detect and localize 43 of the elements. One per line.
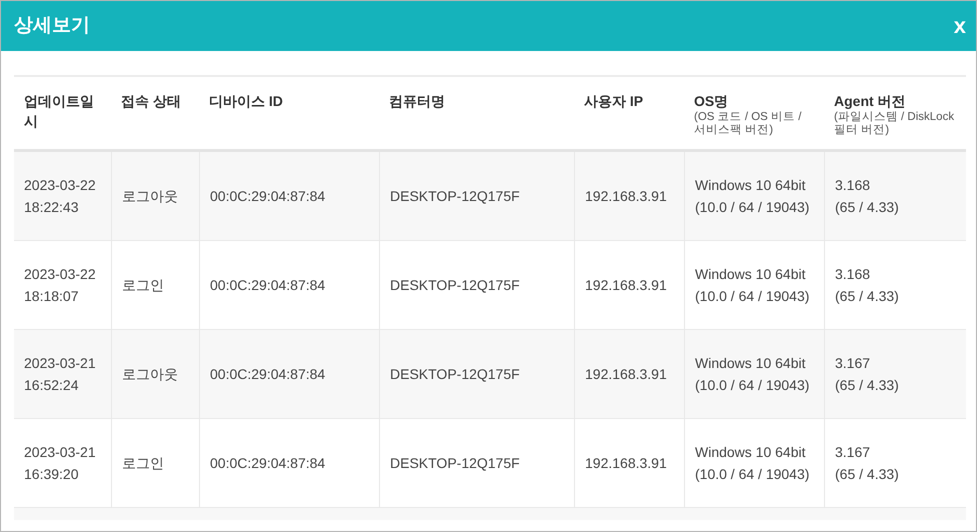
table-cell-text: 00:0C:29:04:87:84 [210, 365, 326, 384]
table-cell-text: 로그인 [122, 276, 164, 295]
table-cell-text: 192.168.3.91 [585, 454, 667, 473]
table-cell-text: 3.167 [835, 354, 872, 373]
table-cell-text: 3.167 [835, 443, 872, 462]
column-header: 업데이트일시 [24, 92, 95, 131]
table-cell-text: (65 / 4.33) [835, 198, 899, 217]
column-header: 디바이스 ID [209, 92, 284, 111]
table-cell-text: (65 / 4.33) [835, 465, 899, 484]
table-cell-text: Windows 10 64bit (10.0 / 64 / 19043) [695, 354, 810, 395]
column-subheader: (OS 코드 / OS 비트 / 서비스팩 버전) [694, 111, 802, 137]
table-cell-text: 2023-03-22 18:22:43 [24, 176, 97, 217]
table-cell-text: 00:0C:29:04:87:84 [210, 187, 326, 206]
table-cell-text: 3.168 [835, 176, 872, 195]
column-header: 사용자 IP [584, 92, 644, 111]
column-header: OS명 [694, 92, 730, 111]
close-button[interactable]: x [954, 15, 966, 37]
table-cell-text: 로그인 [122, 454, 164, 473]
table-cell-text: 로그아웃 [122, 187, 178, 206]
table-cell-text: 192.168.3.91 [585, 187, 667, 206]
table-cell-text: Windows 10 64bit (10.0 / 64 / 19043) [695, 443, 810, 484]
table-cell-text: DESKTOP-12Q175F [390, 454, 520, 473]
column-header: Agent 버전 [834, 92, 907, 111]
column-header: 컴퓨터명 [389, 92, 446, 111]
table-cell-text: 2023-03-21 16:39:20 [24, 443, 97, 484]
column-header: 접속 상태 [121, 92, 182, 111]
table-cell-text: (65 / 4.33) [835, 287, 899, 306]
table-cell-text: DESKTOP-12Q175F [390, 365, 520, 384]
table-cell-text: (65 / 4.33) [835, 376, 899, 395]
table-cell-text: DESKTOP-12Q175F [390, 187, 520, 206]
table-cell-text: 3.168 [835, 265, 872, 284]
table-cell-text: 로그아웃 [122, 365, 178, 384]
column-subheader: (파일시스템 / DiskLock 필터 버전) [834, 111, 956, 137]
window-title: 상세보기 [14, 14, 90, 38]
table-cell-text: DESKTOP-12Q175F [390, 276, 520, 295]
table-cell-text: Windows 10 64bit (10.0 / 64 / 19043) [695, 265, 810, 306]
table-cell-text: 192.168.3.91 [585, 276, 667, 295]
table-cell-text: 2023-03-21 16:52:24 [24, 354, 97, 395]
table-cell-text: Windows 10 64bit (10.0 / 64 / 19043) [695, 176, 810, 217]
table-cell-text: 00:0C:29:04:87:84 [210, 454, 326, 473]
table-cell-text: 00:0C:29:04:87:84 [210, 276, 326, 295]
table-cell-text: 192.168.3.91 [585, 365, 667, 384]
table-cell-text: 2023-03-22 18:18:07 [24, 265, 97, 306]
